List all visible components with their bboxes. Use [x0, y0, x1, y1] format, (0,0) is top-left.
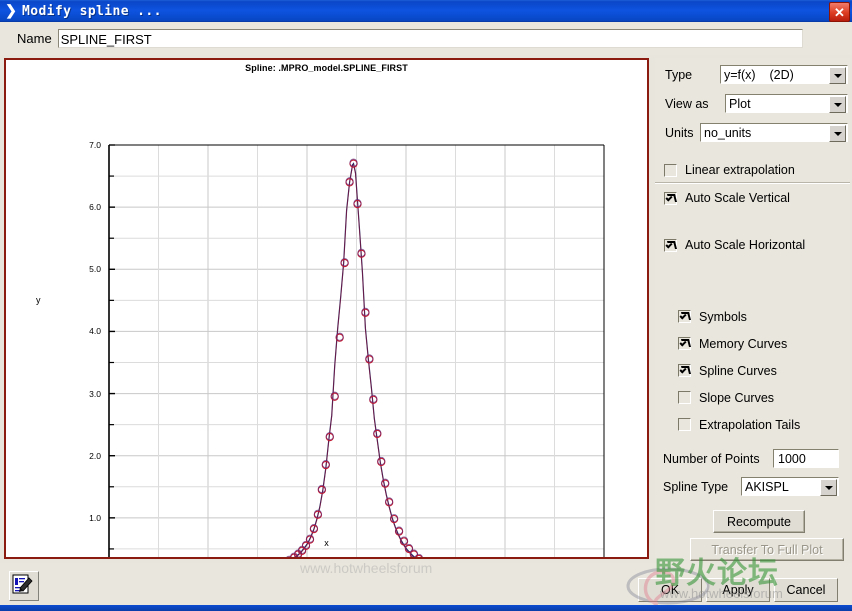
plot-panel[interactable]: Spline: .MPRO_model.SPLINE_FIRST y x 0.0…: [4, 58, 649, 594]
edit-expression-button[interactable]: [9, 571, 39, 601]
curve-toggle-label: Symbols: [699, 309, 747, 324]
plot-svg: [6, 60, 647, 581]
curve-toggle-memory-curves[interactable]: Memory Curves: [678, 330, 800, 357]
y-tick-label: 6.0: [89, 202, 101, 213]
dialog-buttons: OK Apply Cancel: [638, 578, 838, 602]
title-bar[interactable]: ❯ Modify spline ... ✕: [0, 0, 852, 22]
checkbox-box: [678, 310, 691, 323]
x-axis-label: x: [324, 538, 329, 548]
linear-extrapolation-checkbox[interactable]: Linear extrapolation: [664, 163, 795, 177]
window-title: Modify spline ...: [22, 3, 162, 19]
units-label: Units: [665, 125, 694, 140]
chevron-down-icon[interactable]: [829, 67, 846, 84]
close-icon[interactable]: ✕: [829, 2, 850, 22]
view-as-select[interactable]: Plot: [725, 94, 848, 113]
chevron-down-icon[interactable]: [829, 96, 846, 113]
plot-canvas: Spline: .MPRO_model.SPLINE_FIRST y x 0.0…: [6, 60, 647, 594]
spline-type-label: Spline Type: [663, 479, 729, 494]
type-select[interactable]: y=f(x) (2D): [720, 65, 848, 84]
view-as-label: View as: [665, 96, 709, 111]
checkbox-box: [678, 418, 691, 431]
y-tick-label: 2.0: [89, 450, 101, 461]
checkbox-box: [678, 337, 691, 350]
checkbox-box: [664, 191, 677, 205]
auto-scale-vertical-label: Auto Scale Vertical: [685, 191, 790, 205]
spline-type-value: AKISPL: [745, 479, 789, 494]
curve-toggle-label: Extrapolation Tails: [699, 417, 801, 432]
view-as-value: Plot: [729, 96, 751, 111]
ok-button[interactable]: OK: [638, 578, 702, 602]
curve-toggle-slope-curves[interactable]: Slope Curves: [678, 384, 800, 411]
y-tick-label: 7.0: [89, 140, 101, 150]
curve-toggle-group: Symbols Memory Curves Spline Curves Slope C…: [678, 303, 800, 438]
name-row: Name SPLINE_FIRST: [0, 22, 852, 55]
x-window-icon: ❯: [5, 3, 17, 19]
chart-title: Spline: .MPRO_model.SPLINE_FIRST: [245, 63, 408, 73]
cancel-button[interactable]: Cancel: [774, 578, 838, 602]
number-of-points-input[interactable]: 1000: [773, 449, 839, 468]
name-input[interactable]: SPLINE_FIRST: [57, 29, 803, 48]
checkbox-box: [664, 163, 677, 177]
recompute-button[interactable]: Recompute: [713, 510, 805, 533]
options-panel: Type y=f(x) (2D) View as Plot Units no_u…: [655, 58, 850, 561]
auto-scale-horizontal-checkbox[interactable]: Auto Scale Horizontal: [664, 238, 805, 252]
units-value: no_units: [704, 125, 752, 140]
window-bottom-strip: [0, 605, 852, 611]
chevron-down-icon[interactable]: [820, 479, 837, 496]
curve-toggle-label: Slope Curves: [699, 390, 775, 405]
y-axis-label: y: [36, 295, 41, 305]
linear-extrapolation-label: Linear extrapolation: [685, 163, 795, 177]
auto-scale-horizontal-label: Auto Scale Horizontal: [685, 238, 806, 252]
chevron-down-icon[interactable]: [829, 125, 846, 142]
y-tick-label: 4.0: [89, 326, 101, 337]
curve-toggle-symbols[interactable]: Symbols: [678, 303, 800, 330]
pencil-document-icon: [12, 574, 33, 594]
divider: [655, 182, 850, 184]
checkbox-box: [678, 391, 691, 404]
curve-toggle-extrapolation-tails[interactable]: Extrapolation Tails: [678, 411, 800, 438]
number-of-points-label: Number of Points: [663, 451, 760, 466]
y-tick-label: 3.0: [89, 388, 101, 399]
checkbox-box: [678, 364, 691, 377]
type-label: Type: [665, 67, 693, 82]
modify-spline-dialog: ❯ Modify spline ... ✕ Name SPLINE_FIRST …: [0, 0, 852, 611]
curve-toggle-label: Memory Curves: [699, 336, 788, 351]
curve-toggle-spline-curves[interactable]: Spline Curves: [678, 357, 800, 384]
name-label: Name: [17, 31, 52, 46]
transfer-to-full-plot-button: Transfer To Full Plot: [690, 538, 844, 561]
units-select[interactable]: no_units: [700, 123, 848, 142]
apply-button[interactable]: Apply: [706, 578, 770, 602]
y-tick-label: 1.0: [89, 512, 101, 523]
type-value: y=f(x) (2D): [724, 67, 794, 82]
auto-scale-vertical-checkbox[interactable]: Auto Scale Vertical: [664, 191, 790, 205]
checkbox-box: [664, 238, 677, 252]
spline-type-select[interactable]: AKISPL: [741, 477, 839, 496]
curve-toggle-label: Spline Curves: [699, 363, 777, 378]
y-tick-label: 5.0: [89, 264, 101, 275]
